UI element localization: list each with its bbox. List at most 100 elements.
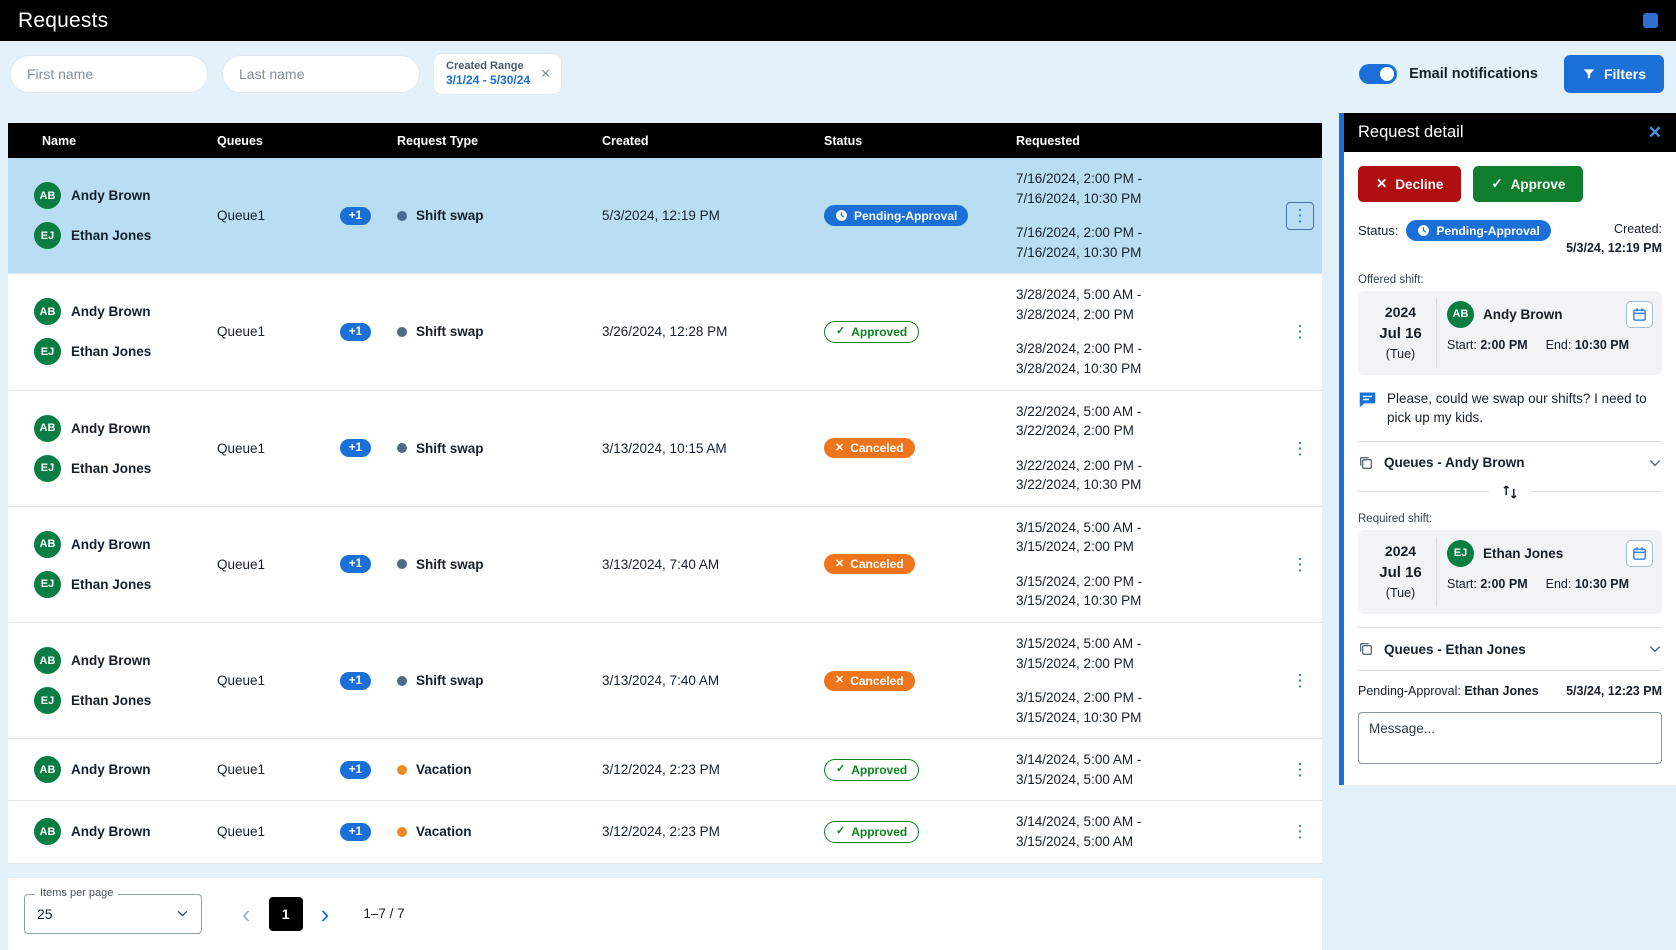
avatar: AB <box>34 531 61 558</box>
queue-extra-badge[interactable]: +1 <box>340 823 371 841</box>
chip-value: 3/1/24 - 5/30/24 <box>446 73 530 88</box>
requested-range: 3/15/2024, 2:00 PM -3/15/2024, 10:30 PM <box>1016 688 1274 727</box>
created-cell: 3/26/2024, 12:28 PM <box>598 324 820 339</box>
table-row[interactable]: ABAndy Brown Queue1 +1 Vacation 3/12/202… <box>8 739 1322 801</box>
avatar: AB <box>34 415 61 442</box>
email-notifications-toggle[interactable] <box>1359 64 1397 84</box>
required-person-name: Ethan Jones <box>1483 546 1563 561</box>
requested-range: 3/28/2024, 2:00 PM -3/28/2024, 10:30 PM <box>1016 339 1274 378</box>
person: ABAndy Brown <box>34 647 213 674</box>
clock-icon <box>1417 224 1430 237</box>
avatar: AB <box>34 182 61 209</box>
row-menu-button[interactable]: ⋮ <box>1286 818 1314 846</box>
avatar: EJ <box>34 687 61 714</box>
items-per-page-select[interactable]: Items per page 25 <box>24 894 202 934</box>
person: EJEthan Jones <box>34 222 213 249</box>
requested-cell: 7/16/2024, 2:00 PM -7/16/2024, 10:30 PM7… <box>1012 169 1274 262</box>
queues-required-expander[interactable]: Queues - Ethan Jones <box>1358 641 1662 657</box>
table-row[interactable]: ABAndy BrownEJEthan Jones Queue1 +1 Shif… <box>8 391 1322 507</box>
required-shift-label: Required shift: <box>1358 513 1662 525</box>
row-menu-button[interactable]: ⋮ <box>1286 318 1314 346</box>
avatar: EJ <box>34 338 61 365</box>
requested-cell: 3/28/2024, 5:00 AM -3/28/2024, 2:00 PM3/… <box>1012 285 1274 378</box>
queue-extra-badge[interactable]: +1 <box>340 323 371 341</box>
table-row[interactable]: ABAndy BrownEJEthan Jones Queue1 +1 Shif… <box>8 274 1322 390</box>
request-type-dot <box>397 827 407 837</box>
queue-extra-badge[interactable]: +1 <box>340 761 371 779</box>
table-row[interactable]: ABAndy Brown Queue1 +1 Vacation 3/12/202… <box>8 801 1322 863</box>
row-menu-button[interactable]: ⋮ <box>1286 550 1314 578</box>
requested-range: 7/16/2024, 2:00 PM -7/16/2024, 10:30 PM <box>1016 169 1274 208</box>
row-menu-button[interactable]: ⋮ <box>1286 756 1314 784</box>
first-name-input[interactable] <box>10 55 208 93</box>
person: ABAndy Brown <box>34 298 213 325</box>
approve-button[interactable]: ✓ Approve <box>1473 166 1583 202</box>
queue-extra-badge[interactable]: +1 <box>340 439 371 457</box>
status-badge: Pending-Approval <box>1406 220 1550 241</box>
app-icon[interactable] <box>1643 13 1658 28</box>
required-calendar-button[interactable] <box>1626 540 1653 567</box>
page-1-button[interactable]: 1 <box>269 897 303 931</box>
decline-button[interactable]: ✕ Decline <box>1358 166 1461 202</box>
table-header: Name Queues Request Type Created Status … <box>8 123 1322 158</box>
pagination-bar: Items per page 25 ‹ 1 › 1–7 / 7 <box>8 878 1322 950</box>
status-badge: ✓Approved <box>824 321 919 343</box>
message-input[interactable] <box>1358 712 1662 764</box>
queue-label: Queue1 <box>217 441 265 456</box>
filters-button[interactable]: Filters <box>1564 55 1664 93</box>
person-name: Andy Brown <box>71 762 151 777</box>
offered-calendar-button[interactable] <box>1626 301 1653 328</box>
offered-shift-label: Offered shift: <box>1358 274 1662 286</box>
row-menu-button[interactable]: ⋮ <box>1286 434 1314 462</box>
queue-label: Queue1 <box>217 208 265 223</box>
table-row[interactable]: ABAndy BrownEJEthan Jones Queue1 +1 Shif… <box>8 623 1322 739</box>
status-badge: Pending-Approval <box>824 205 968 226</box>
row-menu-button[interactable]: ⋮ <box>1286 667 1314 695</box>
request-type-cell: Shift swap <box>393 441 598 456</box>
request-type-label: Shift swap <box>416 441 484 456</box>
column-header-name: Name <box>8 134 213 148</box>
request-type-cell: Shift swap <box>393 557 598 572</box>
requested-range: 3/22/2024, 2:00 PM -3/22/2024, 10:30 PM <box>1016 456 1274 495</box>
avatar: AB <box>34 756 61 783</box>
table-row[interactable]: ABAndy BrownEJEthan Jones Queue1 +1 Shif… <box>8 158 1322 274</box>
queues-offered-label: Queues - Andy Brown <box>1384 455 1525 470</box>
x-icon: ✕ <box>835 559 844 570</box>
last-name-input[interactable] <box>222 55 420 93</box>
status-cell: ✓Approved <box>820 759 1012 781</box>
request-type-label: Shift swap <box>416 324 484 339</box>
person: AB Andy Brown <box>34 415 213 442</box>
required-shift-card: 2024 Jul 16 (Tue) EJ Ethan Jones Start: … <box>1358 530 1662 614</box>
person-name: Ethan Jones <box>71 693 151 708</box>
swap-icon <box>1501 483 1519 501</box>
clock-icon <box>835 209 848 222</box>
request-type-label: Shift swap <box>416 557 484 572</box>
offered-shift-card: 2024 Jul 16 (Tue) AB Andy Brown Start: 2… <box>1358 291 1662 375</box>
created-range-chip[interactable]: Created Range 3/1/24 - 5/30/24 ✕ <box>434 54 561 95</box>
row-menu-button[interactable]: ⋮ <box>1286 202 1314 230</box>
queue-label: Queue1 <box>217 324 265 339</box>
previous-page-button[interactable]: ‹ <box>238 901 255 927</box>
person: AB Andy Brown <box>34 756 213 783</box>
table-row[interactable]: ABAndy BrownEJEthan Jones Queue1 +1 Shif… <box>8 507 1322 623</box>
queue-extra-badge[interactable]: +1 <box>340 555 371 573</box>
chevron-down-icon <box>176 907 189 920</box>
requested-cell: 3/15/2024, 5:00 AM -3/15/2024, 2:00 PM3/… <box>1012 634 1274 727</box>
request-type-cell: Vacation <box>393 824 598 839</box>
status-badge: ✕Canceled <box>824 438 915 458</box>
check-icon: ✓ <box>836 826 845 837</box>
status-cell: ✓Approved <box>820 321 1012 343</box>
queue-extra-badge[interactable]: +1 <box>340 207 371 225</box>
column-header-status: Status <box>820 134 1012 148</box>
queue-extra-badge[interactable]: +1 <box>340 672 371 690</box>
next-page-button[interactable]: › <box>317 901 334 927</box>
chip-close-icon[interactable]: ✕ <box>540 66 551 82</box>
name-cell: ABAndy Brown <box>8 818 213 845</box>
queues-offered-expander[interactable]: Queues - Andy Brown <box>1358 455 1662 471</box>
person-name: Andy Brown <box>71 421 151 436</box>
check-icon: ✓ <box>836 764 845 775</box>
queue-label: Queue1 <box>217 673 265 688</box>
person: EJ Ethan Jones <box>34 687 213 714</box>
close-icon[interactable]: ✕ <box>1648 123 1662 143</box>
requested-range: 3/15/2024, 2:00 PM -3/15/2024, 10:30 PM <box>1016 572 1274 611</box>
